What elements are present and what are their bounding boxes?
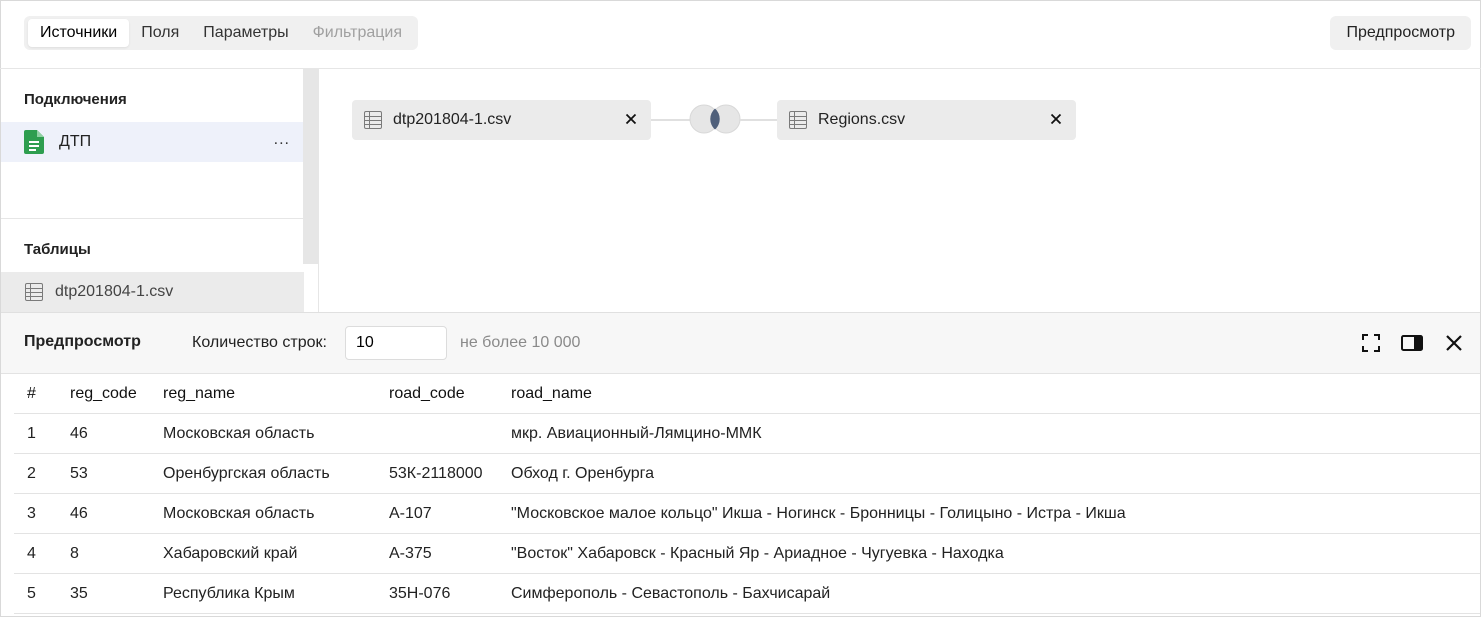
panel-layout-icon[interactable] <box>1401 333 1423 353</box>
rows-count-hint: не более 10 000 <box>460 334 581 351</box>
table-cell: 35 <box>70 585 88 602</box>
table-cell: 4 <box>27 545 36 562</box>
close-icon[interactable] <box>623 111 639 127</box>
sidebar: Подключения ДТП ... Таблицы dtp201804-1.… <box>1 69 319 312</box>
table-cell: Московская область <box>163 425 315 442</box>
table-cell: 8 <box>70 545 79 562</box>
fullscreen-icon[interactable] <box>1361 333 1381 353</box>
table-cell: А-375 <box>389 545 432 562</box>
sidebar-divider <box>1 218 304 219</box>
table-cell: 5 <box>27 585 36 602</box>
sidebar-table-label: dtp201804-1.csv <box>55 283 174 300</box>
table-cell: 53 <box>70 465 88 482</box>
inner-join-icon[interactable] <box>688 103 742 135</box>
column-header: reg_name <box>163 385 236 402</box>
table-cell: 35Н-076 <box>389 585 451 602</box>
spreadsheet-doc-icon <box>23 129 45 155</box>
close-icon[interactable] <box>1048 111 1064 127</box>
source-node-label: dtp201804-1.csv <box>393 111 512 128</box>
table-cell: 46 <box>70 425 88 442</box>
tab-sources[interactable]: Источники <box>28 19 130 47</box>
table-icon <box>364 111 382 129</box>
rows-count-input[interactable] <box>345 326 447 360</box>
connection-item[interactable]: ДТП ... <box>1 122 304 162</box>
connections-title: Подключения <box>24 91 127 108</box>
connection-label: ДТП <box>59 133 92 150</box>
header: Источники Поля Параметры Фильтрация Пред… <box>0 0 1481 69</box>
table-cell: мкр. Авиационный-Лямцино-ММК <box>511 425 762 442</box>
column-header: reg_code <box>70 385 137 402</box>
table-cell: Обход г. Оренбурга <box>511 465 654 482</box>
more-options-icon[interactable]: ... <box>274 131 290 149</box>
table-cell: 53К-2118000 <box>389 465 483 482</box>
preview-title: Предпросмотр <box>24 333 141 350</box>
sidebar-scrollbar[interactable] <box>303 69 318 264</box>
close-icon[interactable] <box>1444 333 1464 353</box>
join-link-right <box>740 119 777 121</box>
table-row: 1 46 Московская область мкр. Авиационный… <box>14 414 1480 454</box>
table-cell: "Восток" Хабаровск - Красный Яр - Ариадн… <box>511 545 1004 562</box>
table-cell: 46 <box>70 505 88 522</box>
tables-title: Таблицы <box>24 241 91 258</box>
join-canvas: dtp201804-1.csv Regions.csv <box>320 69 1480 312</box>
table-cell: Московская область <box>163 505 315 522</box>
tab-fields[interactable]: Поля <box>129 19 191 47</box>
tab-parameters[interactable]: Параметры <box>191 19 300 47</box>
preview-button[interactable]: Предпросмотр <box>1330 16 1471 50</box>
preview-panel: Предпросмотр Количество строк: не более … <box>1 312 1480 616</box>
join-link-left <box>651 119 691 121</box>
preview-table: # reg_code reg_name road_code road_name … <box>14 374 1480 614</box>
table-cell: Хабаровский край <box>163 545 298 562</box>
rows-count-label: Количество строк: <box>192 334 327 351</box>
sidebar-table-item[interactable]: dtp201804-1.csv <box>1 272 304 312</box>
table-cell: Симферополь - Севастополь - Бахчисарай <box>511 585 831 602</box>
tab-filtering: Фильтрация <box>312 24 403 41</box>
table-cell: 3 <box>27 505 36 522</box>
tab-bar: Источники Поля Параметры Фильтрация <box>24 16 419 50</box>
table-cell: Республика Крым <box>163 585 295 602</box>
table-cell: Оренбургская область <box>163 465 330 482</box>
table-icon <box>25 283 43 301</box>
source-node-right[interactable]: Regions.csv <box>777 100 1076 140</box>
preview-toolbar: Предпросмотр Количество строк: не более … <box>1 313 1480 374</box>
table-row: 4 8 Хабаровский край А-375 "Восток" Хаба… <box>14 534 1480 574</box>
source-node-left[interactable]: dtp201804-1.csv <box>352 100 651 140</box>
table-cell: 2 <box>27 465 36 482</box>
table-row: 3 46 Московская область А-107 "Московско… <box>14 494 1480 534</box>
table-row: 5 35 Республика Крым 35Н-076 Симферополь… <box>14 574 1480 614</box>
column-header: road_name <box>511 385 592 402</box>
table-icon <box>789 111 807 129</box>
table-cell: "Московское малое кольцо" Икша - Ногинск… <box>511 505 1126 522</box>
column-header: # <box>27 385 36 402</box>
column-header: road_code <box>389 385 465 402</box>
source-node-label: Regions.csv <box>818 111 906 128</box>
table-cell: А-107 <box>389 505 432 522</box>
table-row: 2 53 Оренбургская область 53К-2118000 Об… <box>14 454 1480 494</box>
table-header-row: # reg_code reg_name road_code road_name <box>14 374 1480 414</box>
table-cell: 1 <box>27 425 36 442</box>
